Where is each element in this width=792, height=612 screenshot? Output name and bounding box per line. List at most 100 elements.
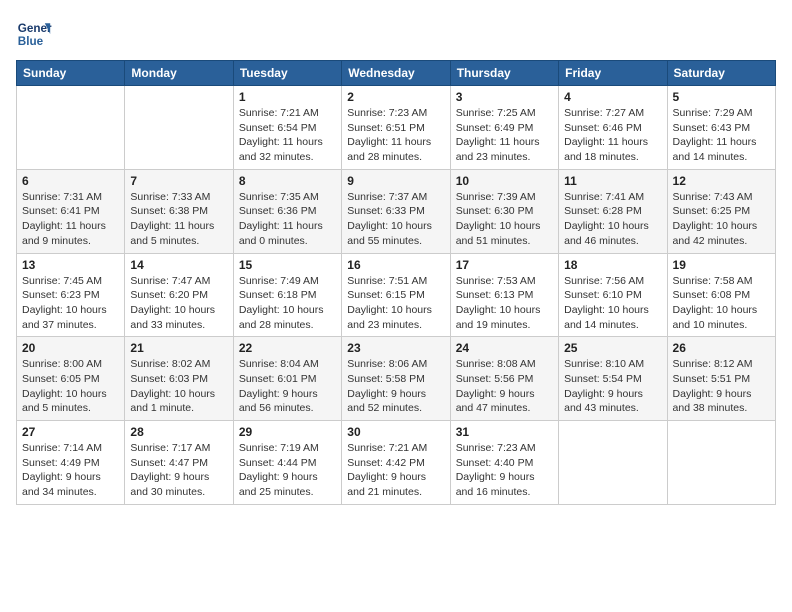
day-number: 6: [22, 174, 119, 188]
calendar-cell: 10Sunrise: 7:39 AM Sunset: 6:30 PM Dayli…: [450, 169, 558, 253]
day-detail: Sunrise: 7:45 AM Sunset: 6:23 PM Dayligh…: [22, 274, 119, 333]
day-detail: Sunrise: 8:12 AM Sunset: 5:51 PM Dayligh…: [673, 357, 770, 416]
day-detail: Sunrise: 7:25 AM Sunset: 6:49 PM Dayligh…: [456, 106, 553, 165]
day-of-week-header: Saturday: [667, 61, 775, 86]
calendar-cell: 9Sunrise: 7:37 AM Sunset: 6:33 PM Daylig…: [342, 169, 450, 253]
day-number: 13: [22, 258, 119, 272]
calendar-cell: 3 Sunrise: 7:25 AM Sunset: 6:49 PM Daylig…: [450, 86, 558, 170]
calendar-week-row: 6 Sunrise: 7:31 AM Sunset: 6:41 PM Daylig…: [17, 169, 776, 253]
calendar-cell: 25 Sunrise: 8:10 AM Sunset: 5:54 PM Dayli…: [559, 337, 667, 421]
day-number: 29: [239, 425, 336, 439]
calendar-cell: 16 Sunrise: 7:51 AM Sunset: 6:15 PM Dayli…: [342, 253, 450, 337]
day-detail: Sunrise: 7:23 AM Sunset: 6:51 PM Dayligh…: [347, 106, 444, 165]
day-detail: Sunrise: 7:17 AM Sunset: 4:47 PM Dayligh…: [130, 441, 227, 500]
day-number: 25: [564, 341, 661, 355]
calendar-cell: 18 Sunrise: 7:56 AM Sunset: 6:10 PM Dayli…: [559, 253, 667, 337]
day-detail: Sunrise: 7:49 AM Sunset: 6:18 PM Dayligh…: [239, 274, 336, 333]
svg-text:Blue: Blue: [18, 35, 44, 48]
calendar-week-row: 13 Sunrise: 7:45 AM Sunset: 6:23 PM Dayli…: [17, 253, 776, 337]
calendar-header-row: SundayMondayTuesdayWednesdayThursdayFrid…: [17, 61, 776, 86]
day-detail: Sunrise: 7:23 AM Sunset: 4:40 PM Dayligh…: [456, 441, 553, 500]
day-detail: Sunrise: 8:06 AM Sunset: 5:58 PM Dayligh…: [347, 357, 444, 416]
day-number: 8: [239, 174, 336, 188]
day-detail: Sunrise: 7:21 AM Sunset: 6:54 PM Dayligh…: [239, 106, 336, 165]
calendar-cell: [667, 421, 775, 505]
day-number: 27: [22, 425, 119, 439]
day-number: 20: [22, 341, 119, 355]
calendar-cell: [559, 421, 667, 505]
day-detail: Sunrise: 8:00 AM Sunset: 6:05 PM Dayligh…: [22, 357, 119, 416]
day-detail: Sunrise: 7:31 AM Sunset: 6:41 PM Dayligh…: [22, 190, 119, 249]
calendar-cell: 1Sunrise: 7:21 AM Sunset: 6:54 PM Daylig…: [233, 86, 341, 170]
day-number: 15: [239, 258, 336, 272]
day-detail: Sunrise: 7:29 AM Sunset: 6:43 PM Dayligh…: [673, 106, 770, 165]
calendar-cell: [125, 86, 233, 170]
calendar-cell: 22Sunrise: 8:04 AM Sunset: 6:01 PM Dayli…: [233, 337, 341, 421]
calendar-cell: 20 Sunrise: 8:00 AM Sunset: 6:05 PM Dayli…: [17, 337, 125, 421]
day-of-week-header: Sunday: [17, 61, 125, 86]
calendar-cell: 8 Sunrise: 7:35 AM Sunset: 6:36 PM Daylig…: [233, 169, 341, 253]
day-detail: Sunrise: 7:53 AM Sunset: 6:13 PM Dayligh…: [456, 274, 553, 333]
day-of-week-header: Thursday: [450, 61, 558, 86]
calendar-cell: 12 Sunrise: 7:43 AM Sunset: 6:25 PM Dayli…: [667, 169, 775, 253]
day-number: 23: [347, 341, 444, 355]
calendar-cell: 30 Sunrise: 7:21 AM Sunset: 4:42 PM Dayli…: [342, 421, 450, 505]
day-number: 30: [347, 425, 444, 439]
day-number: 16: [347, 258, 444, 272]
day-detail: Sunrise: 7:47 AM Sunset: 6:20 PM Dayligh…: [130, 274, 227, 333]
day-of-week-header: Wednesday: [342, 61, 450, 86]
day-detail: Sunrise: 7:35 AM Sunset: 6:36 PM Dayligh…: [239, 190, 336, 249]
day-detail: Sunrise: 7:33 AM Sunset: 6:38 PM Dayligh…: [130, 190, 227, 249]
day-number: 10: [456, 174, 553, 188]
calendar-cell: 13 Sunrise: 7:45 AM Sunset: 6:23 PM Dayli…: [17, 253, 125, 337]
calendar-cell: 19 Sunrise: 7:58 AM Sunset: 6:08 PM Dayli…: [667, 253, 775, 337]
calendar-week-row: 27 Sunrise: 7:14 AM Sunset: 4:49 PM Dayli…: [17, 421, 776, 505]
day-number: 22: [239, 341, 336, 355]
day-detail: Sunrise: 7:14 AM Sunset: 4:49 PM Dayligh…: [22, 441, 119, 500]
day-number: 21: [130, 341, 227, 355]
day-of-week-header: Tuesday: [233, 61, 341, 86]
day-detail: Sunrise: 7:41 AM Sunset: 6:28 PM Dayligh…: [564, 190, 661, 249]
day-number: 2: [347, 90, 444, 104]
calendar-cell: 5 Sunrise: 7:29 AM Sunset: 6:43 PM Daylig…: [667, 86, 775, 170]
day-number: 5: [673, 90, 770, 104]
day-detail: Sunrise: 7:51 AM Sunset: 6:15 PM Dayligh…: [347, 274, 444, 333]
day-of-week-header: Monday: [125, 61, 233, 86]
day-number: 4: [564, 90, 661, 104]
calendar-cell: 11Sunrise: 7:41 AM Sunset: 6:28 PM Dayli…: [559, 169, 667, 253]
calendar-cell: 24 Sunrise: 8:08 AM Sunset: 5:56 PM Dayli…: [450, 337, 558, 421]
calendar-cell: 17 Sunrise: 7:53 AM Sunset: 6:13 PM Dayli…: [450, 253, 558, 337]
day-number: 12: [673, 174, 770, 188]
day-number: 7: [130, 174, 227, 188]
logo-icon: General Blue: [16, 16, 52, 52]
calendar-cell: 23 Sunrise: 8:06 AM Sunset: 5:58 PM Dayli…: [342, 337, 450, 421]
calendar-cell: 6 Sunrise: 7:31 AM Sunset: 6:41 PM Daylig…: [17, 169, 125, 253]
day-number: 14: [130, 258, 227, 272]
day-detail: Sunrise: 8:08 AM Sunset: 5:56 PM Dayligh…: [456, 357, 553, 416]
logo: General Blue: [16, 16, 52, 52]
day-detail: Sunrise: 7:43 AM Sunset: 6:25 PM Dayligh…: [673, 190, 770, 249]
day-of-week-header: Friday: [559, 61, 667, 86]
day-detail: Sunrise: 7:27 AM Sunset: 6:46 PM Dayligh…: [564, 106, 661, 165]
day-detail: Sunrise: 8:10 AM Sunset: 5:54 PM Dayligh…: [564, 357, 661, 416]
page-header: General Blue: [16, 16, 776, 52]
day-detail: Sunrise: 8:02 AM Sunset: 6:03 PM Dayligh…: [130, 357, 227, 416]
day-number: 3: [456, 90, 553, 104]
day-number: 18: [564, 258, 661, 272]
calendar-cell: 28 Sunrise: 7:17 AM Sunset: 4:47 PM Dayli…: [125, 421, 233, 505]
calendar-week-row: 1Sunrise: 7:21 AM Sunset: 6:54 PM Daylig…: [17, 86, 776, 170]
calendar-cell: 4 Sunrise: 7:27 AM Sunset: 6:46 PM Daylig…: [559, 86, 667, 170]
calendar-cell: 26Sunrise: 8:12 AM Sunset: 5:51 PM Dayli…: [667, 337, 775, 421]
calendar-cell: 31Sunrise: 7:23 AM Sunset: 4:40 PM Dayli…: [450, 421, 558, 505]
calendar-cell: 7 Sunrise: 7:33 AM Sunset: 6:38 PM Daylig…: [125, 169, 233, 253]
day-detail: Sunrise: 7:56 AM Sunset: 6:10 PM Dayligh…: [564, 274, 661, 333]
day-number: 24: [456, 341, 553, 355]
calendar-table: SundayMondayTuesdayWednesdayThursdayFrid…: [16, 60, 776, 505]
day-number: 17: [456, 258, 553, 272]
day-detail: Sunrise: 7:58 AM Sunset: 6:08 PM Dayligh…: [673, 274, 770, 333]
day-detail: Sunrise: 7:21 AM Sunset: 4:42 PM Dayligh…: [347, 441, 444, 500]
day-number: 19: [673, 258, 770, 272]
day-number: 28: [130, 425, 227, 439]
day-detail: Sunrise: 7:37 AM Sunset: 6:33 PM Dayligh…: [347, 190, 444, 249]
calendar-cell: 14 Sunrise: 7:47 AM Sunset: 6:20 PM Dayli…: [125, 253, 233, 337]
